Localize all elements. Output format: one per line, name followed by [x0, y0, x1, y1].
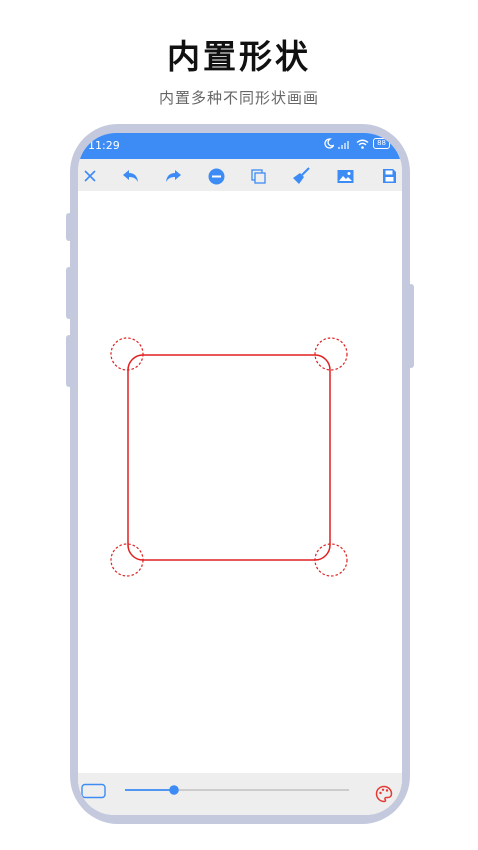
- phone-side-button-left-2: [66, 267, 72, 319]
- undo-icon: [123, 170, 138, 182]
- redo-icon: [166, 170, 181, 182]
- bottom-bar: [78, 773, 402, 815]
- moon-icon: [324, 138, 335, 149]
- image-icon: [337, 169, 353, 183]
- page-title: 内置形状: [167, 37, 311, 76]
- status-time: 11:29: [88, 139, 120, 152]
- canvas-shape-layer: [110, 337, 348, 577]
- save-button[interactable]: [380, 167, 398, 185]
- clear-button[interactable]: [292, 167, 310, 185]
- undo-button[interactable]: [122, 167, 140, 185]
- drawing-canvas[interactable]: [78, 191, 402, 773]
- copy-button[interactable]: [249, 167, 267, 185]
- shape-select-rectangle-icon[interactable]: [81, 783, 107, 799]
- slider-thumb: [169, 785, 179, 795]
- save-icon: [382, 169, 396, 183]
- redo-button[interactable]: [164, 167, 182, 185]
- stroke-width-slider[interactable]: [125, 782, 351, 798]
- eraser-button[interactable]: [207, 167, 225, 185]
- corner-handle-top-right[interactable]: [314, 337, 348, 371]
- phone-side-button-right: [408, 284, 414, 368]
- page-subtitle: 内置多种不同形状画画: [158, 89, 319, 107]
- status-bar: 11:29 88: [78, 133, 402, 159]
- status-icons: 88: [324, 138, 390, 149]
- clear-broom-icon: [293, 167, 310, 184]
- close-button[interactable]: [81, 167, 99, 185]
- toolbar: [78, 159, 402, 191]
- phone-side-button-left-1: [66, 213, 72, 241]
- copy-icon: [250, 168, 266, 184]
- close-icon: [84, 170, 96, 182]
- phone-screen: 11:29 88: [78, 133, 402, 815]
- color-palette-icon[interactable]: [375, 785, 393, 803]
- rounded-rectangle-shape[interactable]: [127, 354, 331, 561]
- corner-handle-top-left[interactable]: [110, 337, 144, 371]
- phone-side-button-left-3: [66, 335, 72, 387]
- eraser-icon: [208, 168, 224, 184]
- image-button[interactable]: [336, 167, 354, 185]
- signal-icon: [338, 140, 350, 149]
- wifi-icon: [356, 139, 369, 149]
- battery-icon: 88: [373, 138, 390, 149]
